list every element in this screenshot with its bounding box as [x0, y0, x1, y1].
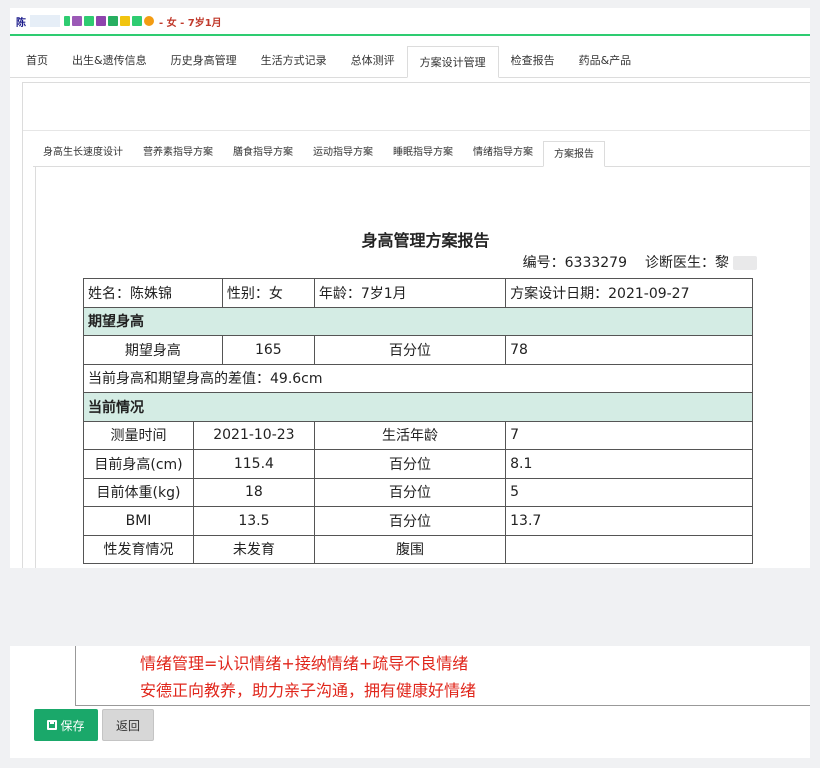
save-button[interactable]: 保存 — [34, 709, 98, 741]
blurred-name — [30, 15, 60, 27]
top-panel: 陈 - 女 - 7岁1月 首页 出生&遗传信息 历史身高管理 生活方式记录 总体… — [10, 8, 810, 568]
cell-label2: 百分位 — [313, 449, 507, 479]
bottom-panel: 情绪管理=认识情绪+接纳情绪+疏导不良情绪 安德正向教养，助力亲子沟通，拥有健康… — [10, 646, 810, 758]
table-row: 当前身高和期望身高的差值：49.6cm — [83, 363, 753, 393]
cell-label2: 腹围 — [313, 534, 507, 564]
cell-label: 测量时间 — [83, 420, 194, 450]
cell-label2: 百分位 — [313, 477, 507, 507]
blurred-doctor — [733, 256, 757, 270]
subtab-growth-speed[interactable]: 身高生长速度设计 — [33, 140, 133, 166]
table-row: 测量时间 2021-10-23 生活年龄 7 — [83, 420, 753, 450]
subtab-sleep[interactable]: 睡眠指导方案 — [383, 140, 463, 166]
cell-value2: 8.1 — [505, 449, 753, 479]
plan-card: 身高生长速度设计 营养素指导方案 膳食指导方案 运动指导方案 睡眠指导方案 情绪… — [22, 82, 810, 568]
cell-value: 115.4 — [193, 449, 315, 479]
tab-home[interactable]: 首页 — [14, 45, 60, 77]
table-row: 目前体重(kg) 18 百分位 5 — [83, 477, 753, 507]
tab-plan-design[interactable]: 方案设计管理 — [406, 46, 499, 78]
table-row: 性发育情况 未发育 腹围 — [83, 534, 753, 564]
subtab-emotion[interactable]: 情绪指导方案 — [463, 140, 543, 166]
section-current: 当前情况 — [83, 392, 753, 422]
tab-height-history[interactable]: 历史身高管理 — [159, 45, 249, 77]
cell-value: 13.5 — [193, 506, 315, 536]
medal-icon — [72, 16, 82, 26]
report-frame: 身高管理方案报告 编号：6333279 诊断医生：黎 姓名：陈姝锦 性别：女 年龄… — [35, 167, 810, 568]
check-icon — [84, 16, 94, 26]
tab-exam-report[interactable]: 检查报告 — [499, 45, 567, 77]
cell-value2 — [505, 534, 753, 564]
face-icon — [144, 16, 154, 26]
cell-label: BMI — [83, 506, 194, 536]
cell-expected-value: 165 — [221, 335, 315, 365]
cell-expected-label: 期望身高 — [83, 335, 223, 365]
patient-bar: 陈 - 女 - 7岁1月 — [10, 8, 810, 36]
cell-gender: 性别：女 — [221, 278, 315, 308]
cell-value: 18 — [193, 477, 315, 507]
edit-icon — [120, 16, 130, 26]
subtab-nutrient[interactable]: 营养素指导方案 — [133, 140, 223, 166]
plan-card-header — [23, 83, 810, 131]
report-number: 编号：6333279 — [522, 255, 627, 271]
report-table: 姓名：陈姝锦 性别：女 年龄：7岁1月 方案设计日期：2021-09-27 期望… — [83, 278, 753, 564]
cell-value2: 7 — [505, 420, 753, 450]
tab-birth-genetic[interactable]: 出生&遗传信息 — [60, 45, 159, 77]
cell-expected-pct-label: 百分位 — [313, 335, 507, 365]
slogan-line-2: 安德正向教养，助力亲子沟通，拥有健康好情绪 — [140, 681, 477, 700]
cell-label: 目前身高(cm) — [83, 449, 194, 479]
patient-info: - 女 - 7岁1月 — [159, 17, 222, 29]
tab-assessment[interactable]: 总体测评 — [339, 45, 407, 77]
cell-value: 2021-10-23 — [193, 420, 315, 450]
cell-label: 性发育情况 — [83, 534, 194, 564]
report-title: 身高管理方案报告 — [361, 231, 490, 250]
table-row: 目前身高(cm) 115.4 百分位 8.1 — [83, 449, 753, 479]
subtab-exercise[interactable]: 运动指导方案 — [303, 140, 383, 166]
status-icon-1 — [64, 16, 70, 26]
check-icon-2 — [132, 16, 142, 26]
sub-tabs: 身高生长速度设计 营养素指导方案 膳食指导方案 运动指导方案 睡眠指导方案 情绪… — [33, 137, 810, 167]
subtab-diet[interactable]: 膳食指导方案 — [223, 140, 303, 166]
doctor-label: 诊断医生： — [645, 255, 715, 271]
emotion-text-box: 情绪管理=认识情绪+接纳情绪+疏导不良情绪 安德正向教养，助力亲子沟通，拥有健康… — [75, 646, 810, 706]
table-row: 当前情况 — [83, 392, 753, 422]
app-page: 陈 - 女 - 7岁1月 首页 出生&遗传信息 历史身高管理 生活方式记录 总体… — [0, 0, 820, 768]
back-button[interactable]: 返回 — [102, 709, 154, 741]
table-row: 期望身高 — [83, 306, 753, 336]
save-button-label: 保存 — [60, 718, 85, 733]
subtab-plan-report[interactable]: 方案报告 — [543, 141, 605, 167]
cell-value2: 13.7 — [505, 506, 753, 536]
save-icon — [47, 720, 58, 730]
cell-label2: 生活年龄 — [313, 420, 507, 450]
cell-name: 姓名：陈姝锦 — [83, 278, 223, 308]
slogan-line-1: 情绪管理=认识情绪+接纳情绪+疏导不良情绪 — [140, 654, 469, 673]
tab-drugs-products[interactable]: 药品&产品 — [567, 45, 644, 77]
section-expected: 期望身高 — [83, 306, 753, 336]
report-meta: 编号：6333279 诊断医生：黎 — [523, 252, 757, 272]
cell-value2: 5 — [505, 477, 753, 507]
user-icon — [108, 16, 118, 26]
table-row: 姓名：陈姝锦 性别：女 年龄：7岁1月 方案设计日期：2021-09-27 — [83, 278, 753, 308]
cell-design-date: 方案设计日期：2021-09-27 — [505, 278, 753, 308]
cell-label2: 百分位 — [313, 506, 507, 536]
tab-lifestyle[interactable]: 生活方式记录 — [249, 45, 339, 77]
cell-value: 未发育 — [193, 534, 315, 564]
doctor-name: 黎 — [715, 255, 729, 271]
main-tabs: 首页 出生&遗传信息 历史身高管理 生活方式记录 总体测评 方案设计管理 检查报… — [10, 40, 810, 78]
cell-label: 目前体重(kg) — [83, 477, 194, 507]
doc-icon — [96, 16, 106, 26]
cell-diff: 当前身高和期望身高的差值：49.6cm — [83, 363, 753, 393]
cell-expected-pct-value: 78 — [505, 335, 753, 365]
patient-name: 陈 — [16, 17, 26, 29]
cell-age: 年龄：7岁1月 — [313, 278, 507, 308]
table-row: 期望身高 165 百分位 78 — [83, 335, 753, 365]
table-row: BMI 13.5 百分位 13.7 — [83, 506, 753, 536]
